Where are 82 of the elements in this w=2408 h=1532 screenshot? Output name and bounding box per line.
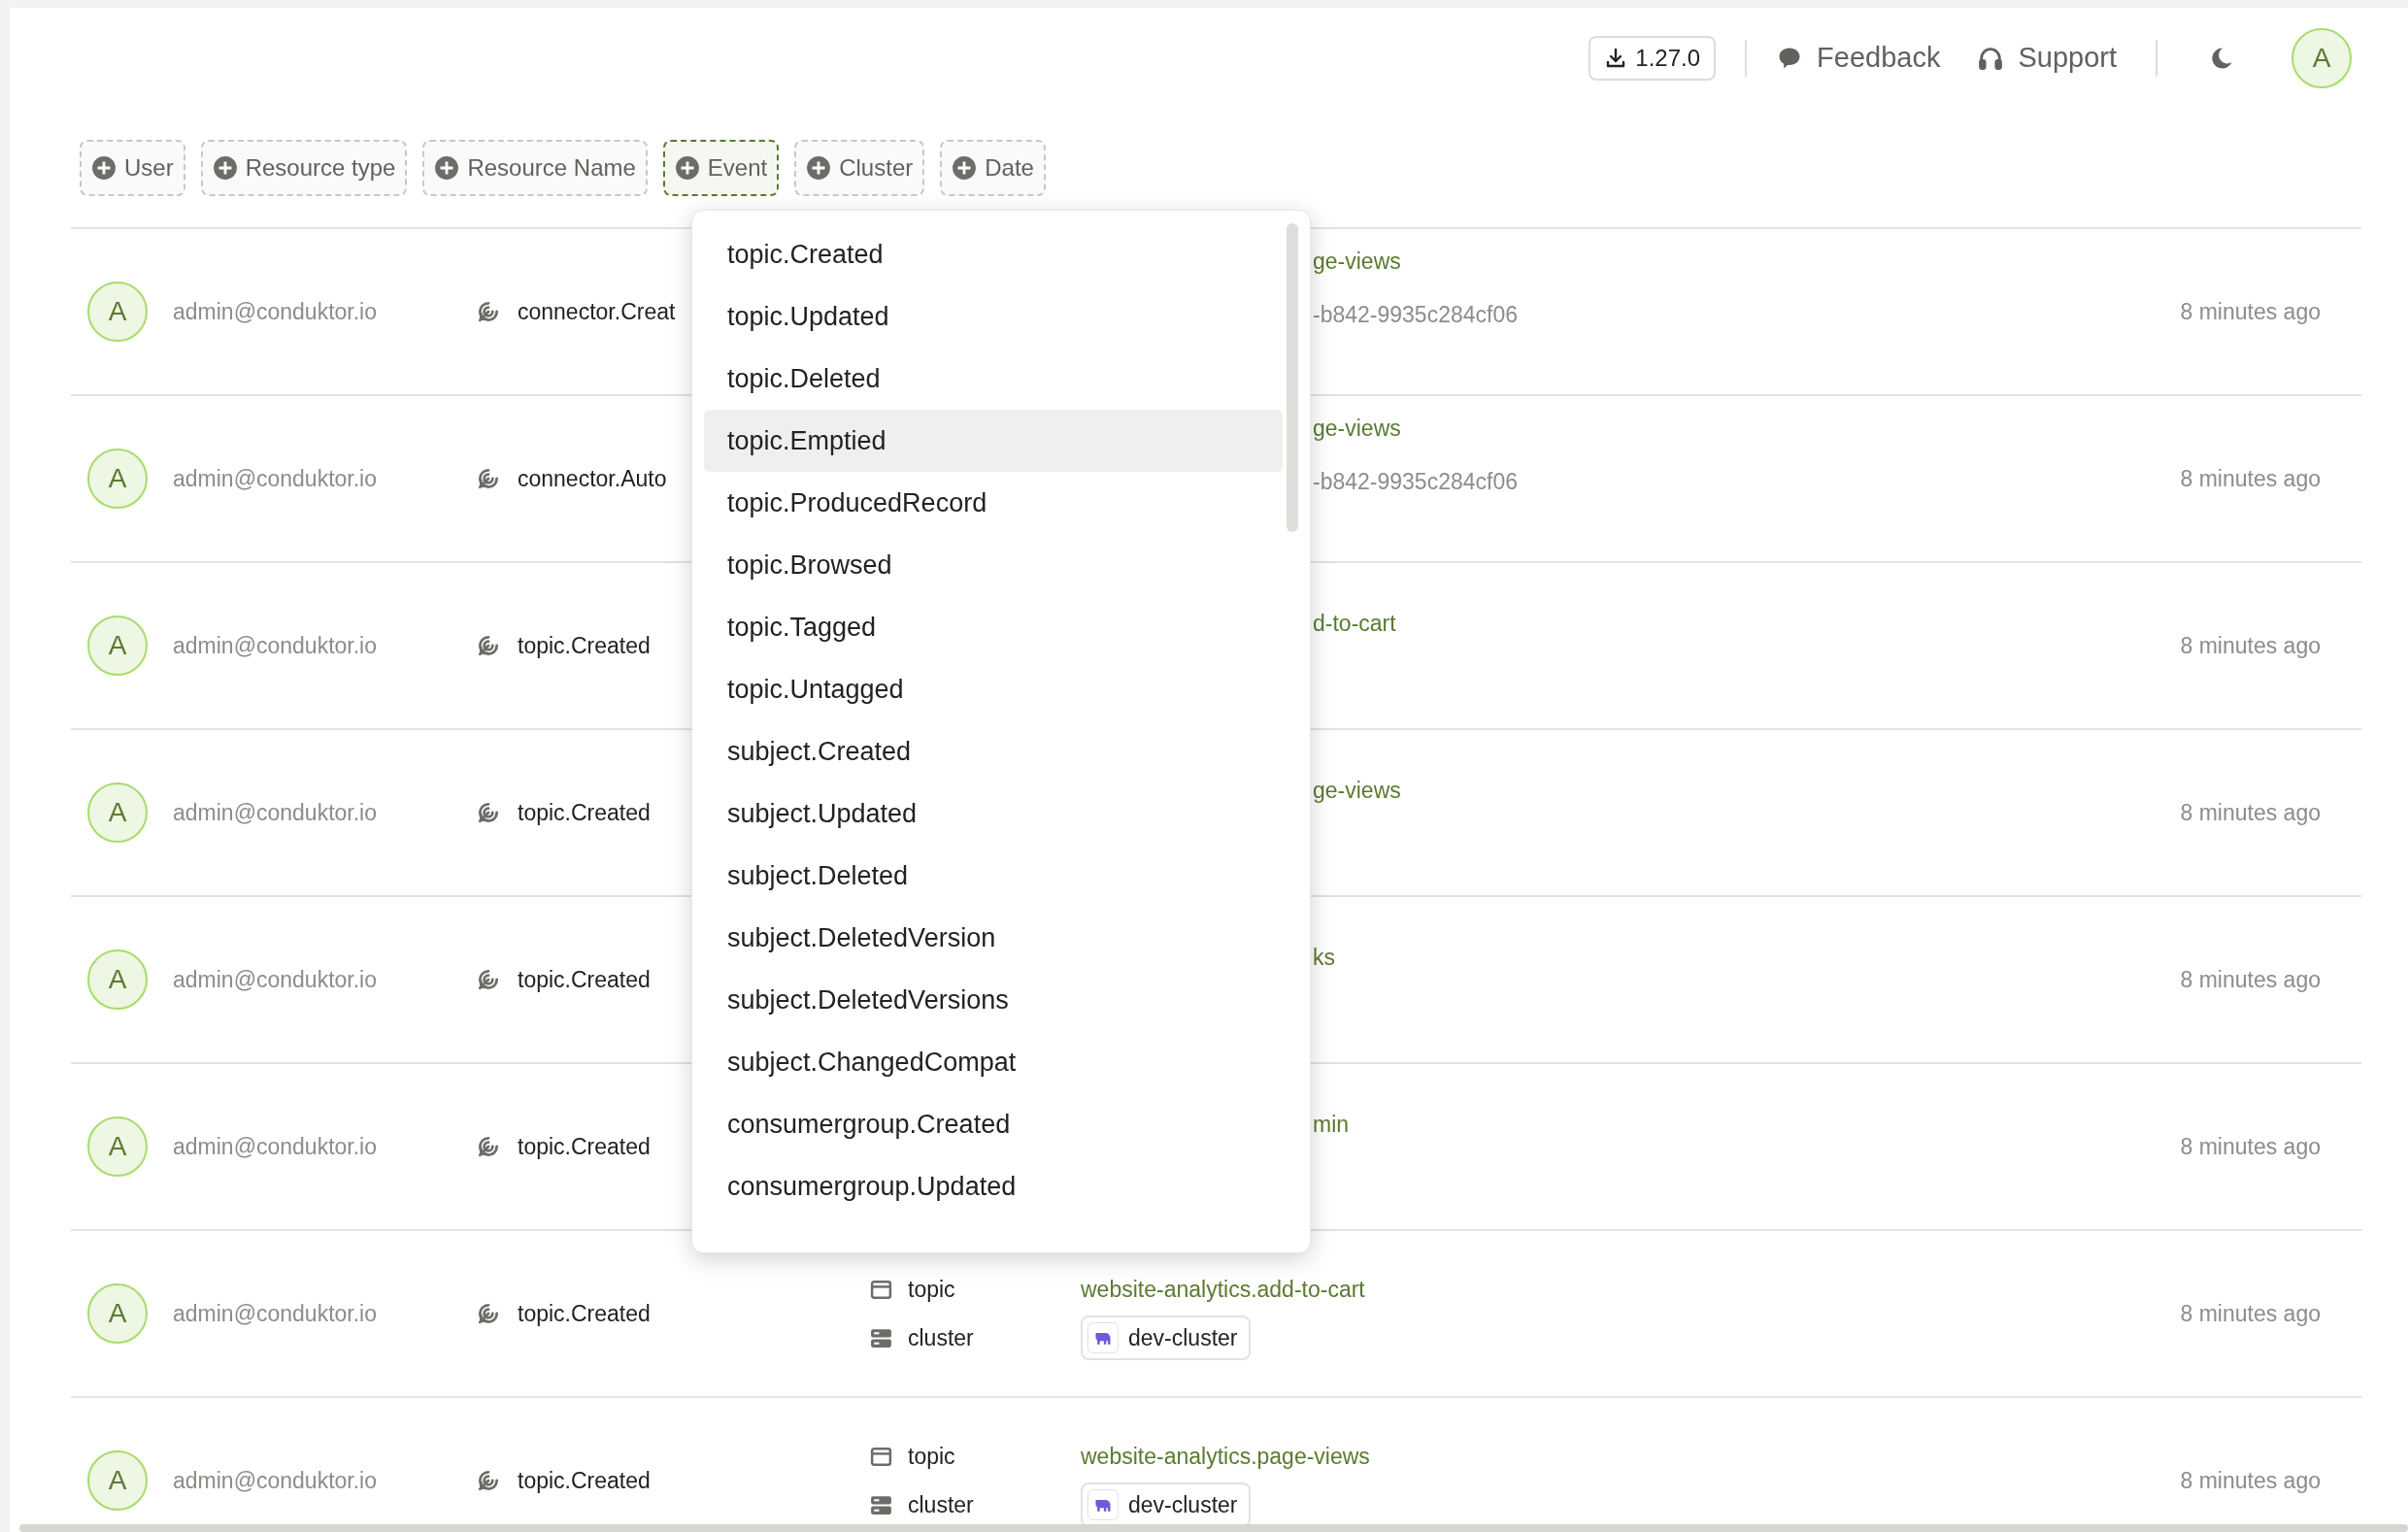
filter-chip[interactable]: Cluster: [794, 140, 925, 196]
menu-item[interactable]: subject.Updated: [704, 783, 1283, 845]
menu-item[interactable]: topic.Tagged: [704, 596, 1283, 658]
timestamp: 8 minutes ago: [2180, 798, 2322, 827]
resource-link[interactable]: d-to-cart: [1313, 607, 2181, 641]
resource-link[interactable]: ge-views: [1313, 245, 2181, 279]
menu-item[interactable]: topic.Untagged: [704, 658, 1283, 720]
menu-item[interactable]: subject.ChangedCompat: [704, 1031, 1283, 1093]
menu-item[interactable]: subject.Deleted: [704, 845, 1283, 907]
filter-chip[interactable]: Event: [662, 140, 780, 196]
user-avatar: A: [87, 1283, 148, 1344]
event-name: topic.Created: [518, 1132, 651, 1161]
filter-chip[interactable]: Date: [940, 140, 1046, 196]
resource-id: -b842-9935c284cf06: [1313, 300, 1519, 329]
user-avatar: A: [87, 949, 148, 1010]
headset-icon: [1977, 45, 2005, 72]
plus-icon: [91, 155, 117, 181]
event-name: topic.Created: [518, 798, 651, 827]
timestamp: 8 minutes ago: [2180, 297, 2322, 326]
user-email: admin@conduktor.io: [173, 965, 378, 994]
timestamp: 8 minutes ago: [2180, 1132, 2322, 1161]
resource-link[interactable]: website-analytics.add-to-cart: [1081, 1272, 1365, 1307]
timestamp: 8 minutes ago: [2180, 631, 2322, 660]
timestamp: 8 minutes ago: [2180, 1299, 2322, 1328]
plus-icon: [952, 155, 978, 181]
resource-type: cluster: [908, 1323, 974, 1352]
resource-link[interactable]: min: [1313, 1108, 2181, 1142]
event-name: topic.Created: [518, 631, 651, 660]
plus-icon: [434, 155, 460, 181]
event-name: topic.Created: [518, 1466, 651, 1495]
cluster-badge[interactable]: dev-cluster: [1081, 1316, 1252, 1360]
resource-id: -b842-9935c284cf06: [1313, 467, 1519, 496]
version-button[interactable]: 1.27.0: [1589, 36, 1717, 81]
event-name: topic.Created: [518, 1299, 651, 1328]
user-avatar: A: [87, 282, 148, 342]
event-name: topic.Created: [518, 965, 651, 994]
plus-icon: [806, 155, 832, 181]
user-email: admin@conduktor.io: [173, 1132, 378, 1161]
user-avatar[interactable]: A: [2291, 28, 2352, 88]
menu-item[interactable]: topic.Updated: [704, 285, 1283, 348]
menu-item[interactable]: subject.DeletedVersions: [704, 969, 1283, 1031]
scrollbar[interactable]: [19, 1524, 2408, 1532]
timestamp: 8 minutes ago: [2180, 965, 2322, 994]
user-email: admin@conduktor.io: [173, 798, 378, 827]
filter-chip[interactable]: Resource type: [200, 140, 408, 196]
menu-item[interactable]: subject.Created: [704, 720, 1283, 783]
resource-link[interactable]: ks: [1313, 941, 2181, 975]
event-name: connector.Creat: [518, 297, 676, 326]
resource-link[interactable]: ge-views: [1313, 774, 2181, 808]
user-email: admin@conduktor.io: [173, 297, 378, 326]
plus-icon: [212, 155, 238, 181]
user-email: admin@conduktor.io: [173, 1466, 378, 1495]
user-email: admin@conduktor.io: [173, 1299, 378, 1328]
timestamp: 8 minutes ago: [2180, 1466, 2322, 1495]
menu-item[interactable]: topic.Created: [704, 223, 1283, 285]
user-avatar: A: [87, 616, 148, 676]
support-link[interactable]: Support: [1977, 37, 2117, 80]
resource-type: cluster: [908, 1490, 974, 1519]
resource-type: topic: [908, 1275, 955, 1304]
menu-item[interactable]: consumergroup.Created: [704, 1093, 1283, 1155]
menu-item[interactable]: topic.Deleted: [704, 348, 1283, 410]
user-avatar: A: [87, 1116, 148, 1177]
menu-item[interactable]: subject.DeletedVersion: [704, 907, 1283, 969]
user-avatar: A: [87, 783, 148, 843]
filter-chip[interactable]: User: [80, 140, 185, 196]
user-email: admin@conduktor.io: [173, 464, 378, 493]
user-avatar: A: [87, 1450, 148, 1511]
menu-item[interactable]: topic.Browsed: [704, 534, 1283, 596]
plus-icon: [674, 155, 700, 181]
resource-link[interactable]: website-analytics.page-views: [1081, 1439, 1370, 1474]
event-name: connector.Auto: [518, 464, 667, 493]
resource-link[interactable]: ge-views: [1313, 412, 2181, 446]
scrollbar[interactable]: [1287, 223, 1298, 532]
menu-item[interactable]: topic.ProducedRecord: [704, 472, 1283, 534]
user-email: admin@conduktor.io: [173, 631, 378, 660]
resource-type: topic: [908, 1442, 955, 1471]
user-avatar: A: [87, 449, 148, 509]
timestamp: 8 minutes ago: [2180, 464, 2322, 493]
filter-chip[interactable]: Resource Name: [422, 140, 648, 196]
menu-item[interactable]: consumergroup.Updated: [704, 1155, 1283, 1217]
feedback-link[interactable]: Feedback: [1776, 37, 1941, 80]
menu-item[interactable]: topic.Emptied: [704, 410, 1283, 472]
